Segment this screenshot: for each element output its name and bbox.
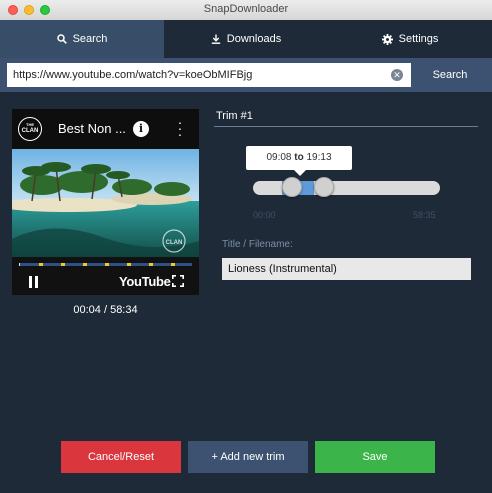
channel-logo-text: CLAN — [21, 128, 39, 134]
tab-settings-label: Settings — [398, 33, 439, 45]
chapter-marker — [83, 263, 87, 266]
gear-icon — [381, 33, 393, 45]
player-controls: YouTube — [12, 257, 199, 295]
chapter-marker — [105, 263, 109, 266]
tab-downloads-label: Downloads — [226, 33, 282, 45]
app-window: SnapDownloader Search Downloads Settings… — [0, 0, 492, 493]
trim-range-slider[interactable] — [253, 177, 440, 197]
divider — [214, 126, 478, 127]
search-icon — [56, 34, 67, 44]
trim-end-value: 19:13 — [306, 152, 332, 163]
tab-search[interactable]: Search — [0, 20, 164, 58]
tab-bar: Search Downloads Settings — [0, 20, 492, 58]
seek-bar[interactable] — [19, 263, 192, 266]
url-input[interactable] — [7, 63, 411, 87]
save-button[interactable]: Save — [315, 441, 435, 473]
chapter-marker — [61, 263, 65, 266]
info-icon[interactable]: i — [133, 121, 149, 137]
url-bar: ✕ Search — [0, 58, 492, 92]
filename-label: Title / Filename: — [222, 239, 293, 250]
clear-icon[interactable]: ✕ — [391, 69, 403, 81]
slider-min-label: 00:00 — [253, 210, 276, 220]
chapter-marker — [149, 263, 153, 266]
video-header: THE CLAN Best Non ... i · · · — [12, 109, 199, 149]
fullscreen-icon[interactable] — [172, 275, 184, 287]
tab-settings[interactable]: Settings — [328, 20, 492, 58]
watermark-text: CLAN — [166, 240, 183, 246]
title-bar: SnapDownloader — [0, 0, 492, 21]
chapter-marker — [127, 263, 131, 266]
tab-downloads[interactable]: Downloads — [164, 20, 328, 58]
pause-icon[interactable] — [28, 276, 40, 288]
trim-range-tooltip: 09:08 to 19:13 — [246, 146, 352, 176]
cancel-reset-button[interactable]: Cancel/Reset — [61, 441, 181, 473]
video-player[interactable]: THE CLAN Best Non ... i · · · CLAN YouTu… — [12, 109, 199, 295]
trim-start-value: 09:08 — [266, 152, 292, 163]
tab-search-label: Search — [72, 33, 108, 45]
download-icon — [211, 34, 220, 44]
trim-to-word: to — [294, 152, 304, 163]
video-thumbnail: CLAN — [12, 149, 199, 257]
youtube-logo[interactable]: YouTube — [119, 274, 171, 289]
chapter-marker — [171, 263, 175, 266]
slider-max-label: 58:35 — [413, 210, 436, 220]
window-title: SnapDownloader — [203, 3, 289, 15]
search-button[interactable]: Search — [416, 63, 484, 87]
filename-input[interactable] — [222, 258, 471, 280]
add-new-trim-button[interactable]: + Add new trim — [188, 441, 308, 473]
trim-end-handle[interactable] — [314, 177, 335, 197]
video-title: Best Non ... — [58, 121, 126, 136]
more-options-icon[interactable]: · · · — [177, 115, 183, 141]
channel-logo: THE CLAN — [18, 117, 42, 141]
chapter-marker — [39, 263, 43, 266]
trim-title: Trim #1 — [216, 110, 253, 122]
video-time-readout: 00:04 / 58:34 — [73, 304, 138, 316]
